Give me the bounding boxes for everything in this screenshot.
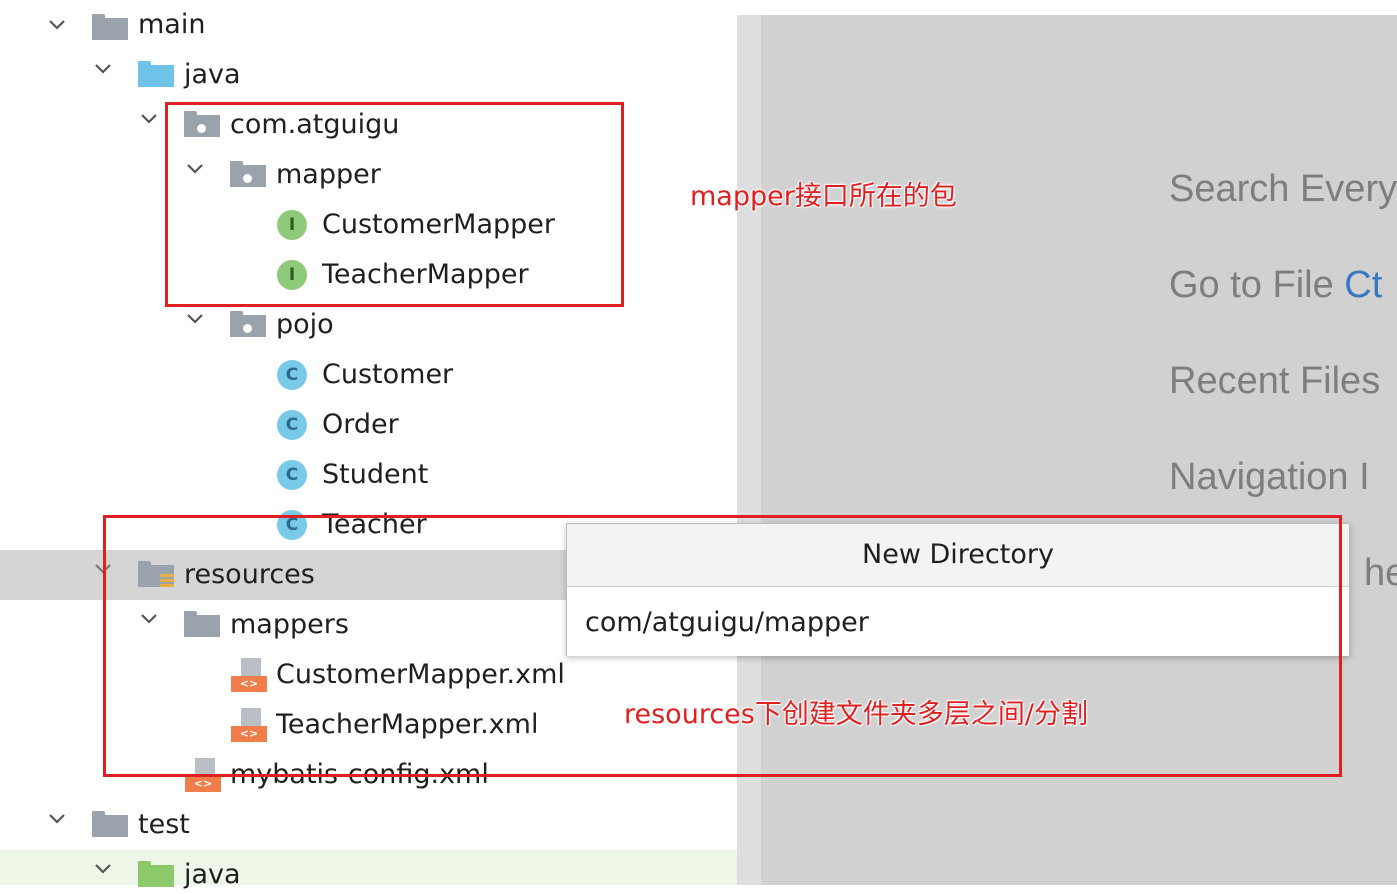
package-icon: [184, 111, 220, 137]
tree-row-resources[interactable]: resources: [0, 550, 620, 600]
folder-icon: [92, 811, 128, 837]
tree-row-label: resources: [184, 559, 315, 590]
resources-marker-icon: [160, 574, 174, 588]
tree-row-label: mappers: [230, 609, 349, 640]
tree-row-main[interactable]: main: [0, 0, 737, 50]
tree-row-label: TeacherMapper: [322, 259, 529, 290]
chevron-down-icon[interactable]: [92, 558, 114, 580]
new-directory-dialog: New Directory: [566, 523, 1350, 656]
chevron-down-icon[interactable]: [92, 858, 114, 880]
hint-partial: he: [1364, 552, 1397, 594]
tree-row-student[interactable]: C Student: [0, 450, 737, 500]
hint-recent-files: Recent Files: [1169, 360, 1381, 402]
directory-name-input[interactable]: [583, 601, 1327, 643]
tree-row-label: CustomerMapper: [322, 209, 555, 240]
tree-row-label: Student: [322, 459, 429, 490]
chevron-down-icon[interactable]: [184, 308, 206, 330]
tree-row-label: java: [184, 59, 241, 90]
folder-icon: [184, 611, 220, 637]
tree-row-mybatis-config-xml[interactable]: <> mybatis-config.xml: [0, 750, 737, 800]
hint-go-to-file-shortcut: Ct: [1344, 264, 1383, 306]
annotation-resources-note: resources下创建文件夹多层之间/分割: [624, 699, 1088, 730]
tree-row-label: pojo: [276, 309, 334, 340]
xml-file-icon: <>: [231, 708, 267, 742]
hint-navigation-bar: Navigation I: [1169, 456, 1370, 498]
tree-row-mapper[interactable]: mapper: [0, 150, 737, 200]
interface-icon: I: [277, 260, 307, 290]
tree-row-label: Order: [322, 409, 399, 440]
chevron-down-icon[interactable]: [184, 158, 206, 180]
project-tree: main java com.atguigu mapper I CustomerM…: [0, 0, 762, 890]
dialog-title: New Directory: [862, 539, 1054, 570]
chevron-down-icon[interactable]: [138, 608, 160, 630]
hint-go-to-file-label: Go to File: [1169, 264, 1334, 306]
tree-row-label: Teacher: [322, 509, 427, 540]
chevron-down-icon[interactable]: [46, 808, 68, 830]
tree-row-label: mapper: [276, 159, 381, 190]
xml-file-icon: <>: [231, 658, 267, 692]
hint-search-everywhere: Search Every: [1169, 168, 1397, 210]
tree-row-label: java: [184, 859, 241, 890]
tree-row-customer[interactable]: C Customer: [0, 350, 737, 400]
hint-go-to-file: Go to File Ct: [1169, 264, 1382, 307]
chevron-down-icon[interactable]: [46, 14, 68, 36]
source-folder-icon: [138, 61, 174, 87]
tree-row-customermapper[interactable]: I CustomerMapper: [0, 200, 737, 250]
tree-row-label: mybatis-config.xml: [230, 759, 489, 790]
tree-row-teachermapper[interactable]: I TeacherMapper: [0, 250, 737, 300]
tree-row-test-java[interactable]: java: [0, 850, 762, 890]
editor-empty-panel: [737, 15, 1397, 885]
package-icon: [230, 311, 266, 337]
class-icon: C: [277, 510, 307, 540]
test-source-folder-icon: [138, 861, 174, 887]
tree-row-test[interactable]: test: [0, 800, 737, 850]
folder-icon: [92, 14, 128, 40]
xml-file-icon: <>: [185, 758, 221, 792]
tree-row-java[interactable]: java: [0, 50, 737, 100]
chevron-down-icon[interactable]: [92, 58, 114, 80]
tree-row-label: main: [138, 9, 206, 40]
tree-row-label: CustomerMapper.xml: [276, 659, 565, 690]
interface-icon: I: [277, 210, 307, 240]
class-icon: C: [277, 460, 307, 490]
tree-row-label: test: [138, 809, 190, 840]
tree-row-label: TeacherMapper.xml: [276, 709, 539, 740]
tree-row-label: Customer: [322, 359, 454, 390]
tree-row-order[interactable]: C Order: [0, 400, 737, 450]
package-icon: [230, 161, 266, 187]
tree-row-pojo[interactable]: pojo: [0, 300, 737, 350]
tree-row-com-atguigu[interactable]: com.atguigu: [0, 100, 737, 150]
chevron-down-icon[interactable]: [138, 108, 160, 130]
class-icon: C: [277, 410, 307, 440]
dialog-input-container: [567, 586, 1349, 656]
panel-gutter: [737, 15, 761, 885]
class-icon: C: [277, 360, 307, 390]
annotation-mapper-note: mapper接口所在的包: [690, 181, 957, 212]
tree-row-label: com.atguigu: [230, 109, 400, 140]
